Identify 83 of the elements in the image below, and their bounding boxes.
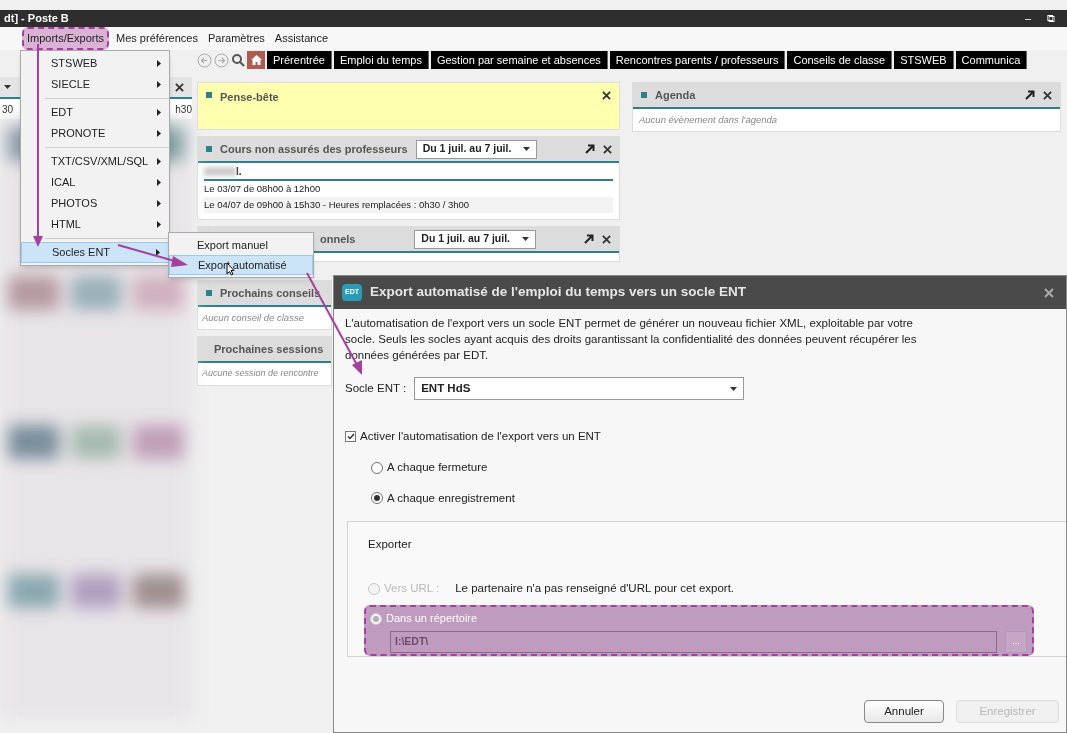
- nav-tab[interactable]: Communica: [955, 51, 1028, 69]
- menu-item[interactable]: TXT/CSV/XML/SQL: [21, 151, 169, 172]
- nav-tab[interactable]: Rencontres parents / professeurs: [609, 51, 786, 69]
- radio-button[interactable]: [371, 461, 383, 474]
- url-note: Le partenaire n'a pas renseigné d'URL pour cet export.: [455, 581, 735, 596]
- period-dropdown[interactable]: Du 1 juil. au 7 juil.: [415, 139, 538, 159]
- submenu-arrow-icon: [157, 60, 161, 67]
- teacher-name: I.: [236, 164, 242, 179]
- home-tab[interactable]: [247, 51, 265, 69]
- close-icon[interactable]: [603, 144, 613, 154]
- minimize-button[interactable]: –: [1024, 10, 1031, 27]
- close-icon[interactable]: [602, 234, 611, 244]
- course-line: Le 03/07 de 08h00 à 12h00: [204, 181, 322, 196]
- submenu-arrow-icon: [157, 200, 161, 207]
- nav-tab[interactable]: Gestion par semaine et absences: [430, 51, 608, 69]
- menu-item[interactable]: HTML: [21, 214, 169, 235]
- menu-item[interactable]: PHOTOS: [21, 193, 169, 214]
- time-label: h30: [175, 102, 192, 117]
- field-label: Socle ENT :: [345, 380, 407, 396]
- expand-icon[interactable]: [584, 234, 594, 244]
- menu-item[interactable]: STSWEB: [21, 53, 169, 74]
- submenu-arrow-icon: [157, 130, 161, 137]
- dialog-button[interactable]: Annuler: [864, 699, 944, 723]
- panel-title: onnels: [320, 231, 356, 247]
- radio-button[interactable]: [371, 492, 383, 505]
- menu-item[interactable]: Socles ENT: [21, 242, 169, 263]
- empty-message: Aucun évènement dans l'agenda: [638, 113, 779, 127]
- square-bullet-icon: [206, 146, 212, 152]
- close-icon[interactable]: [175, 82, 184, 92]
- nav-tab[interactable]: Emploi du temps: [334, 51, 429, 69]
- radio-label: Dans un répertoire: [386, 611, 478, 627]
- menu-item[interactable]: Export manuel: [169, 235, 313, 255]
- submenu-arrow-icon: [157, 221, 161, 228]
- close-icon[interactable]: [1043, 90, 1052, 100]
- dropdown-caret-icon: [522, 237, 529, 241]
- menu-bar-item[interactable]: Imports/Exports: [22, 27, 110, 50]
- dialog-title: Export automatisé de l'emploi du temps vers un socle ENT: [370, 283, 747, 302]
- group-title: Exporter: [368, 536, 413, 552]
- checkbox-label: Activer l'automatisation de l'export vers un ENT: [360, 429, 601, 444]
- menu-bar-item[interactable]: Paramètres: [204, 29, 268, 48]
- menu-bar-item[interactable]: Assistance: [271, 29, 332, 48]
- dropdown-caret-icon: [523, 147, 531, 151]
- square-bullet-icon: [206, 92, 212, 98]
- submenu-arrow-icon: [157, 81, 161, 88]
- checkbox[interactable]: [345, 431, 356, 443]
- time-label: 30: [2, 102, 14, 117]
- nav-tab[interactable]: Prérentrée: [267, 51, 332, 69]
- submenu-arrow-icon: [157, 158, 161, 165]
- nav-tab[interactable]: STSWEB: [894, 51, 954, 69]
- radio-label: A chaque enregistrement: [387, 490, 515, 506]
- empty-message: Aucun conseil de classe: [201, 311, 305, 325]
- square-bullet-icon: [206, 290, 212, 296]
- menu-item[interactable]: ICAL: [21, 172, 169, 193]
- close-icon[interactable]: [602, 91, 611, 100]
- window-title: dt] - Poste B: [4, 11, 69, 27]
- socle-dropdown[interactable]: ENT HdS: [414, 377, 745, 400]
- restore-button[interactable]: ⧉: [1047, 10, 1055, 27]
- submenu-arrow-icon: [157, 179, 161, 186]
- expand-icon[interactable]: [585, 144, 596, 154]
- panel-title: Agenda: [655, 87, 696, 103]
- empty-message: Aucune session de rencontre: [201, 367, 320, 381]
- menu-bar-item[interactable]: Mes préférences: [113, 29, 201, 48]
- period-dropdown[interactable]: Du 1 juil. au 7 juil.: [414, 229, 536, 249]
- radio-label: A chaque fermeture: [387, 460, 488, 476]
- search-icon[interactable]: [231, 53, 245, 67]
- dropdown-caret-icon: [730, 386, 738, 391]
- nav-tab[interactable]: Conseils de classe: [787, 51, 893, 69]
- annotation-arrow: [117, 244, 188, 267]
- submenu-arrow-icon: [156, 249, 160, 256]
- square-bullet-icon: [641, 92, 647, 98]
- radio-label: Vers URL :: [384, 581, 440, 596]
- dropdown-caret-icon: [4, 85, 11, 89]
- menu-item[interactable]: SIECLE: [21, 74, 169, 95]
- panel-title: Cours non assurés des professeurs: [220, 141, 408, 157]
- expand-icon[interactable]: [1025, 90, 1035, 100]
- checkmark-icon: [346, 433, 355, 441]
- panel-title: Pense-bête: [220, 90, 279, 105]
- blurred-name: [204, 166, 236, 176]
- panel-title: Prochaines sessions: [214, 342, 324, 357]
- menu-item[interactable]: PRONOTE: [21, 123, 169, 144]
- home-icon: [250, 55, 262, 65]
- submenu-arrow-icon: [157, 109, 161, 116]
- menu-item[interactable]: EDT: [21, 102, 169, 123]
